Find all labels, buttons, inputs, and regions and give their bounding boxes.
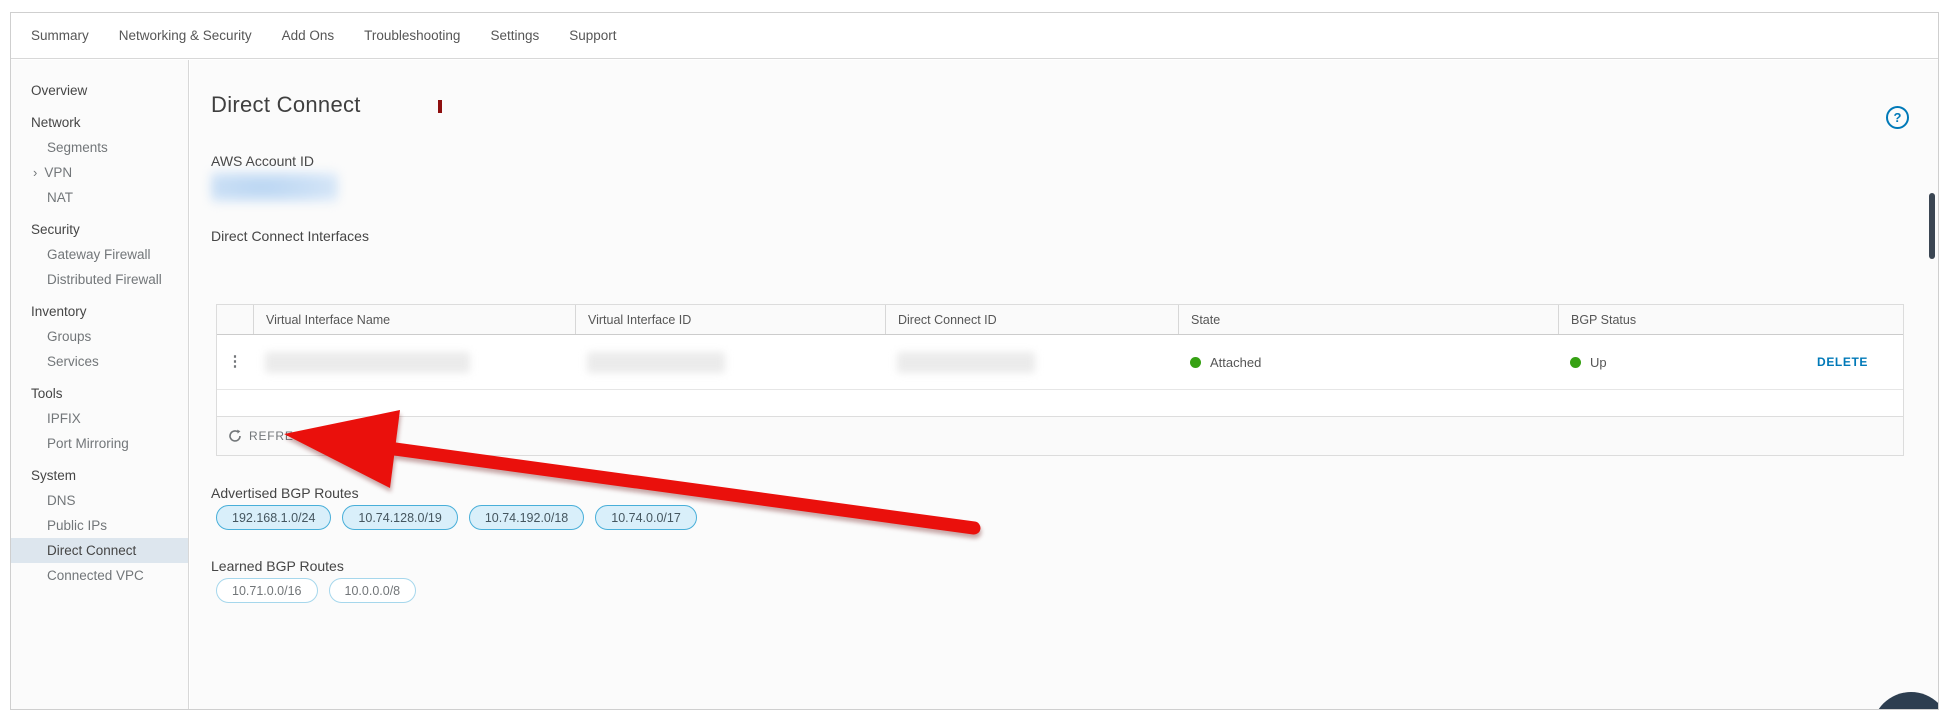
bgp-status-value: Up [1590,354,1607,370]
bgp-status-dot-icon [1570,356,1581,368]
state-value: Attached [1210,354,1262,370]
sidebar-section-security: Security [31,222,80,237]
route-chip: 192.168.1.0/24 [216,505,332,530]
interfaces-table: Virtual Interface Name Virtual Interface… [216,304,1904,456]
main-content: Direct Connect ? AWS Account ID Direct C… [190,60,1938,709]
sidebar-section-network: Network [31,115,81,130]
nav-tab-settings[interactable]: Settings [490,28,539,43]
nav-tab-support[interactable]: Support [569,28,616,43]
table-header-row: Virtual Interface Name Virtual Interface… [217,305,1903,335]
red-tick-mark [438,100,442,113]
route-chip: 10.74.128.0/19 [342,505,458,530]
page-title: Direct Connect [211,92,361,117]
sidebar-item-services[interactable]: Services [11,349,188,374]
sidebar-section-system: System [31,468,77,483]
advertised-routes-label: Advertised BGP Routes [211,485,359,501]
sidebar-item-gateway-firewall[interactable]: Gateway Firewall [11,242,188,267]
nav-tab-troubleshooting[interactable]: Troubleshooting [364,28,460,43]
dc-id-redacted [897,351,1035,373]
sidebar-item-vpn-label: VPN [44,165,73,180]
route-chip: 10.74.0.0/17 [595,505,697,530]
sidebar: Overview Network Segments › VPN NAT Secur… [11,60,189,709]
sidebar-item-nat[interactable]: NAT [11,185,188,210]
app-window: Summary Networking & Security Add Ons Tr… [10,12,1939,710]
vif-name-redacted [265,351,470,373]
sidebar-item-port-mirroring[interactable]: Port Mirroring [11,431,188,456]
route-chip: 10.71.0.0/16 [216,578,318,603]
sidebar-section-inventory: Inventory [31,304,87,319]
learned-routes-label: Learned BGP Routes [211,558,344,574]
top-nav: Summary Networking & Security Add Ons Tr… [11,13,1938,59]
nav-tab-summary[interactable]: Summary [31,28,89,43]
row-menu-icon[interactable]: ⋮ [228,353,243,370]
refresh-icon [229,429,241,442]
aws-account-id-value-redacted [211,172,338,202]
table-header-bgp-status: BGP Status [1558,305,1903,334]
help-icon[interactable]: ? [1886,106,1909,129]
sidebar-item-groups[interactable]: Groups [11,324,188,349]
sidebar-item-public-ips[interactable]: Public IPs [11,513,188,538]
sidebar-item-ipfix[interactable]: IPFIX [11,406,188,431]
delete-button[interactable]: DELETE [1817,355,1868,369]
sidebar-item-distributed-firewall[interactable]: Distributed Firewall [11,267,188,292]
sidebar-item-direct-connect[interactable]: Direct Connect [11,538,188,563]
nav-tab-add-ons[interactable]: Add Ons [282,28,335,43]
advertised-routes-list: 192.168.1.0/24 10.74.128.0/19 10.74.192.… [216,505,697,530]
vif-id-redacted [587,351,725,373]
table-header-dc-id: Direct Connect ID [885,305,1178,334]
route-chip: 10.74.192.0/18 [468,505,585,530]
table-footer: REFRESH [217,417,1903,455]
sidebar-section-tools: Tools [31,386,63,401]
table-header-state: State [1178,305,1558,334]
state-cell: Attached [1190,355,1558,370]
learned-routes-list: 10.71.0.0/16 10.0.0.0/8 [216,578,417,603]
sidebar-item-connected-vpc[interactable]: Connected VPC [11,563,188,588]
table-header-menu [217,305,253,334]
refresh-button-label: REFRESH [249,429,312,443]
interfaces-label: Direct Connect Interfaces [211,228,369,244]
aws-account-id-label: AWS Account ID [211,153,314,169]
sidebar-item-dns[interactable]: DNS [11,488,188,513]
table-row: ⋮ Attached Up DELETE [217,335,1903,390]
table-empty-row [217,390,1903,417]
sidebar-item-vpn[interactable]: › VPN [11,160,188,185]
chevron-right-icon: › [33,165,38,180]
state-status-dot-icon [1190,356,1201,368]
route-chip: 10.0.0.0/8 [328,578,417,603]
table-header-vif-name: Virtual Interface Name [253,305,575,334]
nav-tab-networking-security[interactable]: Networking & Security [119,28,252,43]
refresh-button[interactable]: REFRESH [228,429,312,443]
sidebar-item-overview[interactable]: Overview [11,78,188,103]
table-header-vif-id: Virtual Interface ID [575,305,885,334]
bgp-status-cell: Up [1570,355,1607,370]
sidebar-item-segments[interactable]: Segments [11,135,188,160]
vertical-scrollbar-thumb[interactable] [1929,193,1935,259]
